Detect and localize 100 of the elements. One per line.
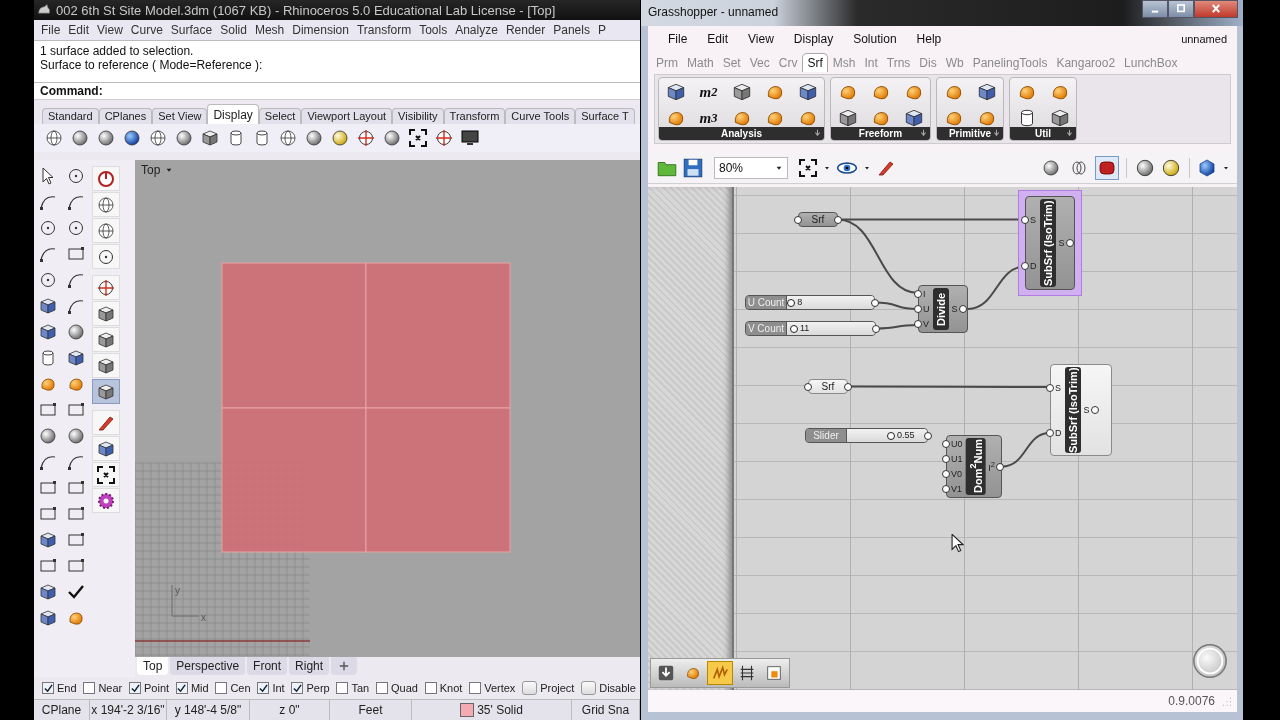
globe-icon[interactable] xyxy=(278,128,298,148)
viewport-tab[interactable]: Perspective xyxy=(170,657,246,675)
menu-item[interactable]: Transform xyxy=(356,23,412,37)
input-port[interactable] xyxy=(804,382,812,391)
viewport-tab[interactable]: Right xyxy=(289,657,330,675)
status-field[interactable]: x 194'-2 3/16" xyxy=(91,703,165,717)
checkbox[interactable] xyxy=(424,682,437,694)
target-icon[interactable] xyxy=(434,128,454,148)
checkbox[interactable] xyxy=(469,682,482,694)
output-port[interactable] xyxy=(924,431,932,440)
toolbar-tab[interactable]: Transform xyxy=(443,108,506,124)
toolbar-tab[interactable]: Set View xyxy=(152,108,208,124)
cube-icon[interactable] xyxy=(975,81,998,103)
checkbox[interactable] xyxy=(129,682,141,694)
expand-icon[interactable] xyxy=(993,129,1000,136)
toggle-button[interactable] xyxy=(522,681,538,695)
checkbox[interactable] xyxy=(336,682,349,694)
slider-grip[interactable] xyxy=(887,432,895,440)
cube-icon[interactable] xyxy=(38,582,58,602)
menu-item[interactable]: Dimension xyxy=(292,23,349,37)
output-port[interactable] xyxy=(1065,239,1074,247)
input-port[interactable] xyxy=(1046,428,1054,437)
component-tab[interactable]: Srf xyxy=(802,53,828,72)
toolbar-tab[interactable]: Surface T xyxy=(575,108,635,124)
menu-item[interactable]: File xyxy=(668,32,688,46)
status-field[interactable]: Feet xyxy=(358,703,383,717)
sphere-icon[interactable] xyxy=(1160,157,1182,179)
menu-item[interactable]: File xyxy=(41,23,61,37)
cube-icon[interactable] xyxy=(66,348,86,368)
input-port[interactable] xyxy=(794,215,802,224)
frame-icon[interactable] xyxy=(798,158,818,178)
status-field[interactable]: Grid Sna xyxy=(581,703,630,717)
circle-icon[interactable] xyxy=(38,270,58,290)
menu-item[interactable]: View xyxy=(748,32,774,46)
toolbar-tab[interactable]: Display xyxy=(207,104,259,124)
cube-icon[interactable] xyxy=(1048,107,1071,129)
cube-icon[interactable] xyxy=(730,81,753,103)
toolbar-tab[interactable]: Standard xyxy=(42,108,99,124)
maximize-button[interactable] xyxy=(1168,0,1194,18)
slider-track[interactable]: 8 xyxy=(787,296,874,309)
menu-item[interactable]: Render xyxy=(505,23,546,37)
output-port[interactable] xyxy=(871,298,879,307)
output-port[interactable] xyxy=(995,462,1004,471)
command-field[interactable]: Command: xyxy=(34,82,640,100)
expand-icon[interactable] xyxy=(920,129,927,136)
menu-item[interactable]: Mesh xyxy=(254,23,285,37)
toggle-button[interactable] xyxy=(581,681,597,695)
toolbar-tab[interactable]: Viewport Layout xyxy=(301,108,393,124)
circle-icon[interactable] xyxy=(38,218,58,238)
cube-icon[interactable] xyxy=(38,296,58,316)
checkbox[interactable] xyxy=(83,682,96,694)
toolbar-tab[interactable]: Select xyxy=(258,108,302,124)
status-field[interactable]: y 148'-4 5/8" xyxy=(174,703,242,717)
slider-track[interactable]: 11 xyxy=(787,322,875,335)
status-field[interactable]: CPlane xyxy=(41,703,82,717)
viewport-title[interactable]: Top xyxy=(141,163,161,177)
menu-item[interactable]: Edit xyxy=(68,23,90,37)
target-icon[interactable] xyxy=(356,128,376,148)
menu-item[interactable]: Edit xyxy=(707,32,729,46)
cube-icon[interactable] xyxy=(836,107,859,129)
input-port[interactable] xyxy=(1021,262,1029,270)
viewport-tab[interactable]: Front xyxy=(247,657,288,675)
cube-icon[interactable] xyxy=(664,81,687,103)
sphere-icon[interactable] xyxy=(1134,157,1156,179)
checkbox[interactable] xyxy=(215,682,228,694)
output-port[interactable] xyxy=(872,324,880,333)
checkbox[interactable] xyxy=(42,682,54,694)
sphere-icon[interactable] xyxy=(330,128,350,148)
sphere-icon[interactable] xyxy=(70,128,90,148)
circle-icon[interactable] xyxy=(66,166,86,186)
status-field[interactable]: z 0" xyxy=(279,703,300,717)
output-port[interactable] xyxy=(1090,406,1099,414)
menu-item[interactable]: Display xyxy=(793,32,834,46)
sphere-icon[interactable] xyxy=(382,128,402,148)
expand-icon[interactable] xyxy=(1066,129,1073,136)
checkbox[interactable] xyxy=(175,682,188,694)
sphere-icon[interactable] xyxy=(66,426,86,446)
sphere-icon[interactable] xyxy=(38,426,58,446)
menu-item[interactable]: View xyxy=(97,23,123,37)
menu-item[interactable]: Tools xyxy=(419,23,448,37)
layer-swatch[interactable] xyxy=(460,703,475,717)
output-port[interactable] xyxy=(844,382,852,391)
menu-item[interactable]: Solid xyxy=(220,23,247,37)
cube-icon[interactable] xyxy=(200,128,220,148)
menu-item[interactable]: P xyxy=(597,23,606,37)
slider-track[interactable]: 0.55 xyxy=(847,429,927,442)
menu-item[interactable]: Help xyxy=(916,32,942,46)
sphere-icon[interactable] xyxy=(122,128,142,148)
hexagon-icon[interactable] xyxy=(1197,158,1217,178)
menu-item[interactable]: Surface xyxy=(170,23,213,37)
menu-item[interactable]: Solution xyxy=(853,32,897,46)
sphere-icon[interactable] xyxy=(66,322,86,342)
dial-icon[interactable] xyxy=(1191,642,1229,680)
save-icon[interactable] xyxy=(682,157,704,179)
input-port[interactable] xyxy=(1021,216,1029,224)
menu-item[interactable]: Panels xyxy=(553,23,590,37)
expand-icon[interactable] xyxy=(814,129,821,136)
sphere-icon[interactable] xyxy=(96,128,116,148)
output-port[interactable] xyxy=(834,215,842,224)
menu-item[interactable]: Analyze xyxy=(455,23,498,37)
